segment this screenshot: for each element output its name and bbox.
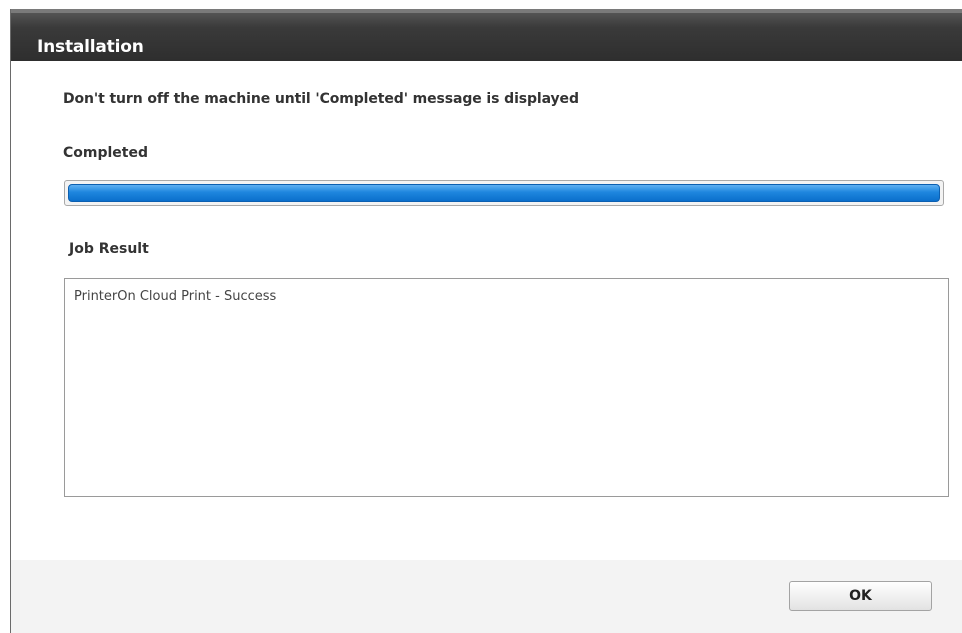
progress-bar	[64, 180, 944, 206]
ok-button[interactable]: OK	[789, 581, 932, 611]
job-result-textarea[interactable]: PrinterOn Cloud Print - Success	[64, 278, 949, 497]
job-result-label: Job Result	[69, 241, 149, 257]
status-text: Completed	[63, 145, 149, 161]
warning-message: Don't turn off the machine until 'Comple…	[63, 91, 579, 107]
dialog-titlebar: Installation	[11, 9, 962, 61]
progress-fill	[68, 184, 940, 202]
job-result-line: PrinterOn Cloud Print - Success	[74, 289, 277, 304]
dialog-title: Installation	[37, 37, 144, 57]
installation-dialog: Installation Don't turn off the machine …	[10, 9, 962, 633]
